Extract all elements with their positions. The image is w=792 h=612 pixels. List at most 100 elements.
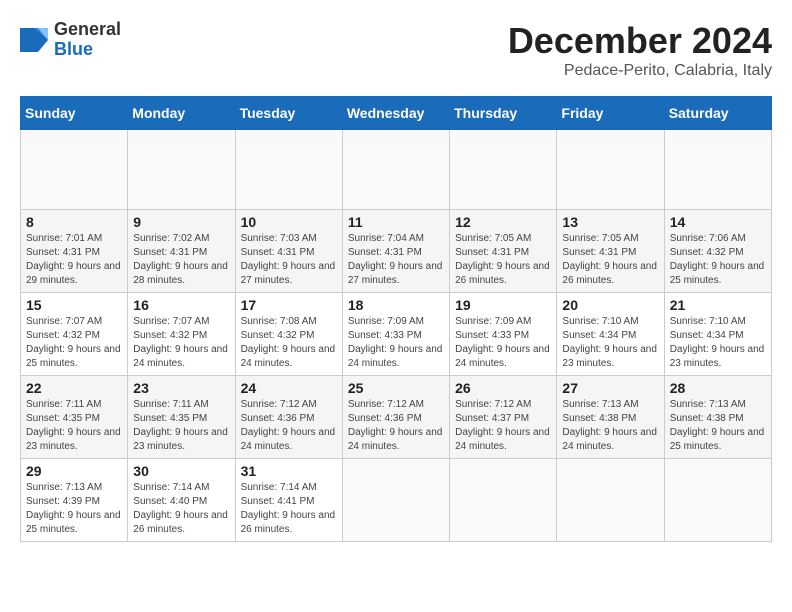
calendar-cell xyxy=(664,130,771,210)
day-info: Sunrise: 7:14 AMSunset: 4:41 PMDaylight:… xyxy=(241,481,337,537)
day-number: 18 xyxy=(348,297,444,313)
day-info: Sunrise: 7:12 AMSunset: 4:37 PMDaylight:… xyxy=(455,398,551,454)
day-number: 27 xyxy=(562,380,658,396)
calendar-cell: 12 Sunrise: 7:05 AMSunset: 4:31 PMDayligh… xyxy=(450,210,557,293)
day-number: 23 xyxy=(133,380,229,396)
day-info: Sunrise: 7:08 AMSunset: 4:32 PMDaylight:… xyxy=(241,315,337,371)
day-number: 14 xyxy=(670,214,766,230)
day-number: 28 xyxy=(670,380,766,396)
day-number: 8 xyxy=(26,214,122,230)
day-number: 16 xyxy=(133,297,229,313)
calendar-cell: 18 Sunrise: 7:09 AMSunset: 4:33 PMDayligh… xyxy=(342,293,449,376)
day-info: Sunrise: 7:09 AMSunset: 4:33 PMDaylight:… xyxy=(348,315,444,371)
header: General Blue December 2024 Pedace-Perito… xyxy=(20,20,772,80)
logo-text: General Blue xyxy=(54,20,121,60)
day-info: Sunrise: 7:07 AMSunset: 4:32 PMDaylight:… xyxy=(26,315,122,371)
week-row-4: 22 Sunrise: 7:11 AMSunset: 4:35 PMDayligh… xyxy=(21,376,772,459)
header-row: SundayMondayTuesdayWednesdayThursdayFrid… xyxy=(21,97,772,130)
day-number: 19 xyxy=(455,297,551,313)
day-number: 24 xyxy=(241,380,337,396)
calendar-cell xyxy=(342,459,449,542)
week-row-5: 29 Sunrise: 7:13 AMSunset: 4:39 PMDayligh… xyxy=(21,459,772,542)
calendar-cell: 30Sunrise: 7:14 AMSunset: 4:40 PMDayligh… xyxy=(128,459,235,542)
calendar-table: SundayMondayTuesdayWednesdayThursdayFrid… xyxy=(20,96,772,542)
calendar-cell: 11 Sunrise: 7:04 AMSunset: 4:31 PMDayligh… xyxy=(342,210,449,293)
calendar-cell xyxy=(450,130,557,210)
day-info: Sunrise: 7:06 AMSunset: 4:32 PMDaylight:… xyxy=(670,232,766,288)
calendar-cell: 8 Sunrise: 7:01 AMSunset: 4:31 PMDaylight… xyxy=(21,210,128,293)
logo-general: General xyxy=(54,20,121,40)
calendar-cell: 21 Sunrise: 7:10 AMSunset: 4:34 PMDayligh… xyxy=(664,293,771,376)
header-day-thursday: Thursday xyxy=(450,97,557,130)
calendar-cell: 9 Sunrise: 7:02 AMSunset: 4:31 PMDaylight… xyxy=(128,210,235,293)
calendar-cell: 24 Sunrise: 7:12 AMSunset: 4:36 PMDayligh… xyxy=(235,376,342,459)
calendar-body: 8 Sunrise: 7:01 AMSunset: 4:31 PMDaylight… xyxy=(21,130,772,542)
day-number: 22 xyxy=(26,380,122,396)
day-number: 11 xyxy=(348,214,444,230)
calendar-cell xyxy=(664,459,771,542)
calendar-cell: 17Sunrise: 7:08 AMSunset: 4:32 PMDayligh… xyxy=(235,293,342,376)
week-row-1 xyxy=(21,130,772,210)
day-number: 30 xyxy=(133,463,229,479)
day-info: Sunrise: 7:03 AMSunset: 4:31 PMDaylight:… xyxy=(241,232,337,288)
day-info: Sunrise: 7:05 AMSunset: 4:31 PMDaylight:… xyxy=(562,232,658,288)
calendar-header: SundayMondayTuesdayWednesdayThursdayFrid… xyxy=(21,97,772,130)
day-number: 25 xyxy=(348,380,444,396)
day-info: Sunrise: 7:13 AMSunset: 4:39 PMDaylight:… xyxy=(26,481,122,537)
calendar-cell: 20 Sunrise: 7:10 AMSunset: 4:34 PMDayligh… xyxy=(557,293,664,376)
day-number: 10 xyxy=(241,214,337,230)
day-number: 21 xyxy=(670,297,766,313)
calendar-cell xyxy=(450,459,557,542)
week-row-2: 8 Sunrise: 7:01 AMSunset: 4:31 PMDaylight… xyxy=(21,210,772,293)
logo-blue: Blue xyxy=(54,39,93,59)
day-info: Sunrise: 7:11 AMSunset: 4:35 PMDaylight:… xyxy=(26,398,122,454)
day-number: 9 xyxy=(133,214,229,230)
logo-icon xyxy=(20,28,48,52)
header-day-friday: Friday xyxy=(557,97,664,130)
calendar-cell: 29 Sunrise: 7:13 AMSunset: 4:39 PMDayligh… xyxy=(21,459,128,542)
day-info: Sunrise: 7:02 AMSunset: 4:31 PMDaylight:… xyxy=(133,232,229,288)
day-info: Sunrise: 7:12 AMSunset: 4:36 PMDaylight:… xyxy=(241,398,337,454)
calendar-cell xyxy=(128,130,235,210)
day-number: 26 xyxy=(455,380,551,396)
day-info: Sunrise: 7:10 AMSunset: 4:34 PMDaylight:… xyxy=(670,315,766,371)
day-info: Sunrise: 7:05 AMSunset: 4:31 PMDaylight:… xyxy=(455,232,551,288)
calendar-cell: 26 Sunrise: 7:12 AMSunset: 4:37 PMDayligh… xyxy=(450,376,557,459)
calendar-cell: 23 Sunrise: 7:11 AMSunset: 4:35 PMDayligh… xyxy=(128,376,235,459)
day-number: 15 xyxy=(26,297,122,313)
day-number: 31 xyxy=(241,463,337,479)
day-info: Sunrise: 7:11 AMSunset: 4:35 PMDaylight:… xyxy=(133,398,229,454)
calendar-cell: 13 Sunrise: 7:05 AMSunset: 4:31 PMDayligh… xyxy=(557,210,664,293)
calendar-cell: 28 Sunrise: 7:13 AMSunset: 4:38 PMDayligh… xyxy=(664,376,771,459)
day-info: Sunrise: 7:01 AMSunset: 4:31 PMDaylight:… xyxy=(26,232,122,288)
calendar-cell: 15 Sunrise: 7:07 AMSunset: 4:32 PMDayligh… xyxy=(21,293,128,376)
header-day-tuesday: Tuesday xyxy=(235,97,342,130)
calendar-cell: 25Sunrise: 7:12 AMSunset: 4:36 PMDayligh… xyxy=(342,376,449,459)
week-row-3: 15 Sunrise: 7:07 AMSunset: 4:32 PMDayligh… xyxy=(21,293,772,376)
day-number: 13 xyxy=(562,214,658,230)
day-info: Sunrise: 7:04 AMSunset: 4:31 PMDaylight:… xyxy=(348,232,444,288)
header-day-sunday: Sunday xyxy=(21,97,128,130)
calendar-title: December 2024 xyxy=(508,20,772,62)
calendar-cell: 31 Sunrise: 7:14 AMSunset: 4:41 PMDayligh… xyxy=(235,459,342,542)
day-info: Sunrise: 7:07 AMSunset: 4:32 PMDaylight:… xyxy=(133,315,229,371)
header-day-wednesday: Wednesday xyxy=(342,97,449,130)
header-day-monday: Monday xyxy=(128,97,235,130)
day-number: 29 xyxy=(26,463,122,479)
calendar-subtitle: Pedace-Perito, Calabria, Italy xyxy=(508,62,772,80)
day-info: Sunrise: 7:13 AMSunset: 4:38 PMDaylight:… xyxy=(562,398,658,454)
calendar-cell xyxy=(342,130,449,210)
calendar-cell: 14 Sunrise: 7:06 AMSunset: 4:32 PMDayligh… xyxy=(664,210,771,293)
calendar-cell: 27 Sunrise: 7:13 AMSunset: 4:38 PMDayligh… xyxy=(557,376,664,459)
day-info: Sunrise: 7:09 AMSunset: 4:33 PMDaylight:… xyxy=(455,315,551,371)
day-info: Sunrise: 7:10 AMSunset: 4:34 PMDaylight:… xyxy=(562,315,658,371)
day-info: Sunrise: 7:13 AMSunset: 4:38 PMDaylight:… xyxy=(670,398,766,454)
day-number: 20 xyxy=(562,297,658,313)
calendar-cell xyxy=(557,459,664,542)
logo: General Blue xyxy=(20,20,121,60)
calendar-cell: 19 Sunrise: 7:09 AMSunset: 4:33 PMDayligh… xyxy=(450,293,557,376)
calendar-cell: 16 Sunrise: 7:07 AMSunset: 4:32 PMDayligh… xyxy=(128,293,235,376)
calendar-cell: 22 Sunrise: 7:11 AMSunset: 4:35 PMDayligh… xyxy=(21,376,128,459)
calendar-cell xyxy=(21,130,128,210)
day-number: 12 xyxy=(455,214,551,230)
